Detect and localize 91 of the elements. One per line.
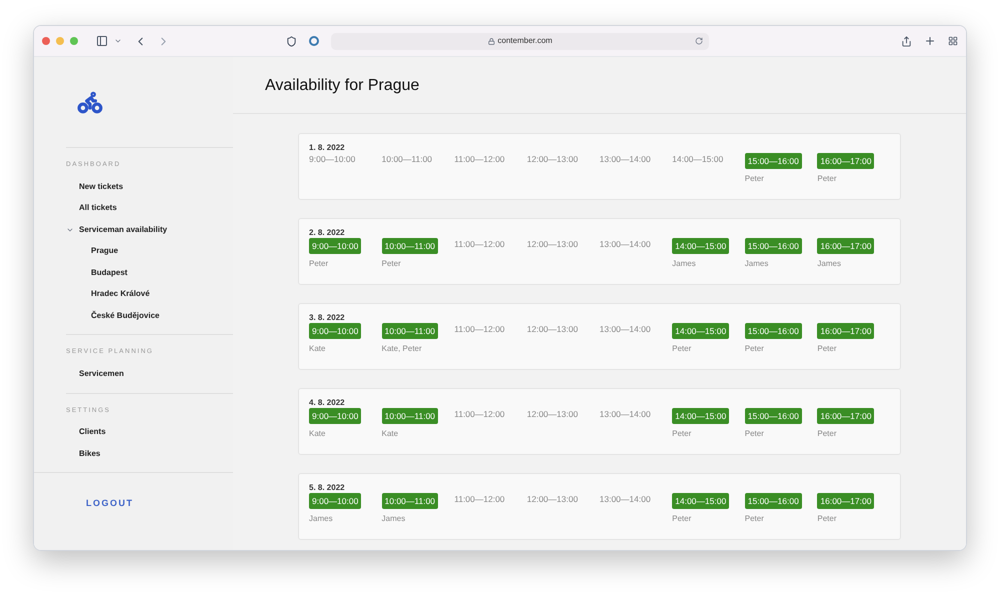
time-slot[interactable]: 15:00—16:00 xyxy=(744,408,802,424)
time-slot: 11:00—12:00 xyxy=(454,323,505,339)
time-slot[interactable]: 16:00—17:00 xyxy=(817,493,874,509)
sidebar-icon[interactable] xyxy=(96,35,108,47)
time-slot[interactable]: 16:00—17:00 xyxy=(817,408,874,424)
time-slot: 11:00—12:00 xyxy=(454,493,505,509)
time-slot[interactable]: 10:00—11:00 xyxy=(382,493,438,509)
time-slot: 11:00—12:00 xyxy=(454,153,505,169)
serviceman-name: Kate xyxy=(382,428,398,440)
url-text: contember.com xyxy=(498,35,552,47)
time-slot: 14:00—15:00 xyxy=(672,153,724,169)
time-slot: 13:00—14:00 xyxy=(600,153,651,169)
time-slot[interactable]: 9:00—10:00 xyxy=(309,493,362,509)
serviceman-name: Peter xyxy=(672,343,692,355)
serviceman-name: James xyxy=(309,513,333,525)
serviceman-name: Peter xyxy=(817,428,836,440)
shield-icon[interactable] xyxy=(286,36,297,46)
date-label: 5. 8. 2022 xyxy=(309,483,346,493)
time-slot: 9:00—10:00 xyxy=(309,153,356,169)
date-label: 1. 8. 2022 xyxy=(309,143,346,153)
time-slot[interactable]: 9:00—10:00 xyxy=(309,323,362,339)
nav-link[interactable]: Serviceman availability xyxy=(79,224,168,236)
serviceman-name: Peter xyxy=(744,343,764,355)
serviceman-name: James xyxy=(672,258,696,270)
tabs-grid-icon[interactable] xyxy=(948,36,958,46)
time-slot: 13:00—14:00 xyxy=(600,408,651,424)
nav-link[interactable]: Bikes xyxy=(79,448,100,460)
time-slot: 11:00—12:00 xyxy=(454,238,505,254)
time-slot: 10:00—11:00 xyxy=(382,153,432,169)
serviceman-name: Peter xyxy=(672,428,692,440)
time-slot: 12:00—13:00 xyxy=(526,153,578,169)
nav-link[interactable]: Prague xyxy=(91,245,118,257)
time-slot[interactable]: 14:00—15:00 xyxy=(672,323,730,339)
time-slot[interactable]: 16:00—17:00 xyxy=(817,153,874,169)
time-slot[interactable]: 16:00—17:00 xyxy=(817,323,874,339)
time-slot: 13:00—14:00 xyxy=(600,493,651,509)
lock-icon xyxy=(488,38,495,44)
nav-link[interactable]: Budapest xyxy=(91,266,128,278)
serviceman-name: Peter xyxy=(672,513,692,525)
time-slot: 12:00—13:00 xyxy=(526,238,578,254)
page-title: Availability for Prague xyxy=(265,76,420,96)
nav-link[interactable]: All tickets xyxy=(79,202,117,214)
time-slot: 13:00—14:00 xyxy=(600,238,651,254)
nav-link[interactable]: Servicemen xyxy=(79,368,124,380)
time-slot[interactable]: 16:00—17:00 xyxy=(817,238,874,254)
reload-icon[interactable] xyxy=(695,37,703,45)
time-slot[interactable]: 15:00—16:00 xyxy=(744,153,802,169)
time-slot[interactable]: 10:00—11:00 xyxy=(382,238,438,254)
share-icon[interactable] xyxy=(901,36,912,46)
nav-link[interactable]: New tickets xyxy=(79,180,124,192)
logout-link[interactable]: LOGOUT xyxy=(86,497,134,511)
new-tab-icon[interactable] xyxy=(924,35,936,47)
date-label: 3. 8. 2022 xyxy=(309,313,346,323)
serviceman-name: Peter xyxy=(817,343,836,355)
time-slot: 13:00—14:00 xyxy=(600,323,651,339)
chevron-icon[interactable] xyxy=(114,37,122,45)
time-slot[interactable]: 15:00—16:00 xyxy=(744,323,802,339)
time-slot[interactable]: 14:00—15:00 xyxy=(672,408,730,424)
time-slot[interactable]: 10:00—11:00 xyxy=(382,408,438,424)
time-slot: 11:00—12:00 xyxy=(454,408,505,424)
time-slot[interactable]: 14:00—15:00 xyxy=(672,238,730,254)
serviceman-name: Peter xyxy=(817,513,836,525)
serviceman-name: Peter xyxy=(382,258,401,270)
serviceman-name: Kate xyxy=(309,428,326,440)
date-label: 2. 8. 2022 xyxy=(309,228,346,238)
nav-link[interactable]: Hradec Králové xyxy=(91,288,150,300)
address-bar[interactable]: contember.com xyxy=(331,32,709,50)
time-slot[interactable]: 15:00—16:00 xyxy=(744,493,802,509)
bike-logo-icon xyxy=(77,89,103,115)
time-slot: 12:00—13:00 xyxy=(526,493,578,509)
time-slot[interactable]: 15:00—16:00 xyxy=(744,238,802,254)
serviceman-name: James xyxy=(744,258,768,270)
time-slot[interactable]: 9:00—10:00 xyxy=(309,238,362,254)
serviceman-name: James xyxy=(817,258,841,270)
serviceman-name: Peter xyxy=(744,513,764,525)
time-slot[interactable]: 14:00—15:00 xyxy=(672,493,730,509)
extension-icon[interactable] xyxy=(309,36,319,46)
time-slot: 12:00—13:00 xyxy=(526,323,578,339)
serviceman-name: Peter xyxy=(309,258,328,270)
serviceman-name: Peter xyxy=(744,173,764,185)
nav-link[interactable]: České Budějovice xyxy=(91,310,160,322)
serviceman-name: James xyxy=(382,513,406,525)
serviceman-name: Peter xyxy=(817,173,836,185)
date-label: 4. 8. 2022 xyxy=(309,398,346,408)
serviceman-name: Peter xyxy=(744,428,764,440)
serviceman-name: Kate, Peter xyxy=(382,343,422,355)
time-slot: 12:00—13:00 xyxy=(526,408,578,424)
nav-link[interactable]: Clients xyxy=(79,426,106,438)
time-slot[interactable]: 10:00—11:00 xyxy=(382,323,438,339)
time-slot[interactable]: 9:00—10:00 xyxy=(309,408,362,424)
serviceman-name: Kate xyxy=(309,343,326,355)
